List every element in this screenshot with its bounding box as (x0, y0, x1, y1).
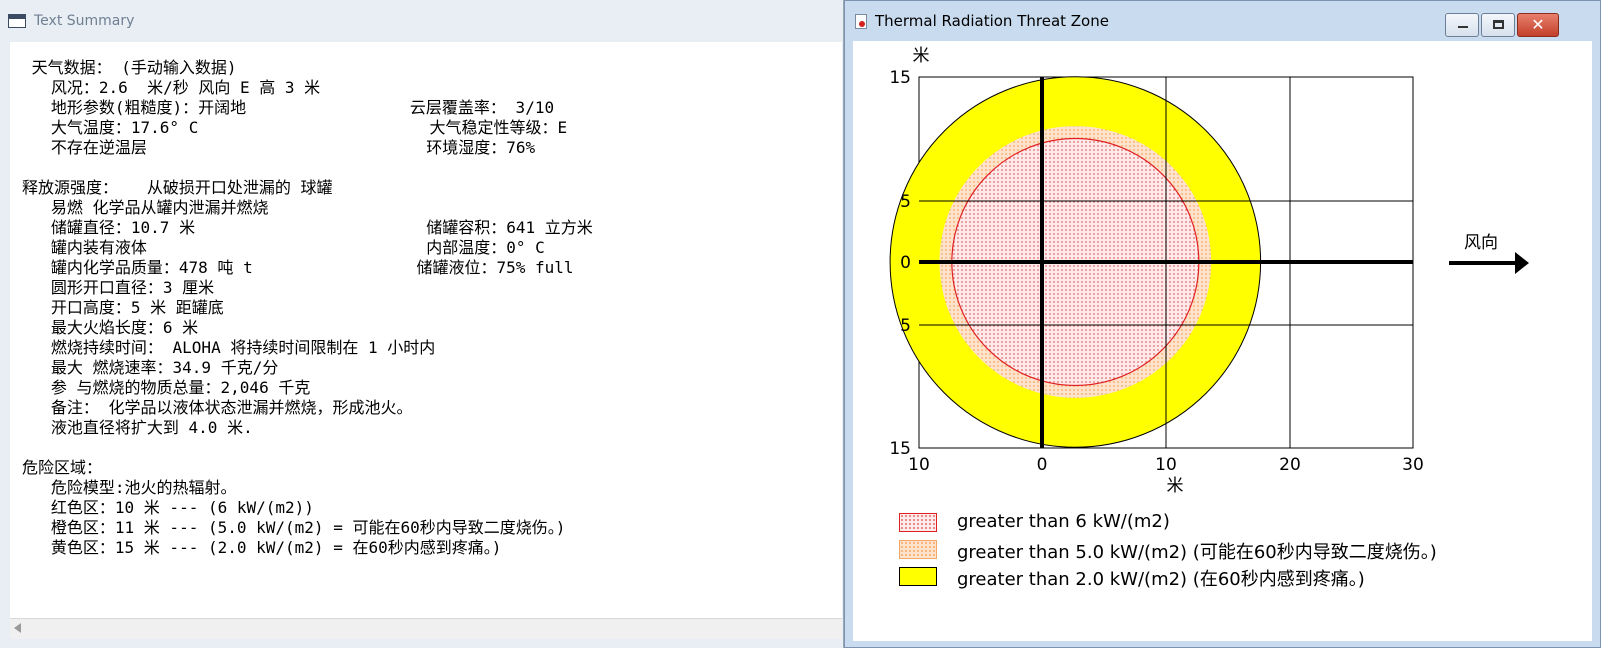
legend-swatch-yellow (899, 567, 937, 586)
y-tick-label: 5 (900, 192, 911, 212)
text-summary-titlebar[interactable]: Text Summary (0, 0, 843, 42)
x-tick-label: 30 (1402, 455, 1424, 475)
close-icon: ✕ (1531, 15, 1545, 34)
x-tick-label: 20 (1279, 455, 1301, 475)
y-tick-label: 15 (889, 68, 911, 88)
close-button[interactable]: ✕ (1517, 13, 1559, 37)
text-summary-window: Text Summary 天气数据： (手动输入数据) 风况：2.6 米/秒 风… (0, 0, 844, 648)
minimize-button[interactable] (1445, 13, 1479, 37)
x-tick-label: 10 (908, 455, 930, 475)
maximize-icon (1493, 20, 1504, 29)
legend-label: greater than 5.0 kW/(m2) (可能在60秒内导致二度烧伤。… (957, 542, 1437, 563)
legend-item: greater than 5.0 kW/(m2) (可能在60秒内导致二度烧伤。… (899, 537, 1579, 563)
y-tick-label: 0 (900, 253, 911, 273)
legend-item: greater than 6 kW/(m2) (899, 510, 1579, 532)
threat-zone-title: Thermal Radiation Threat Zone (875, 12, 1109, 30)
legend-item: greater than 2.0 kW/(m2) (在60秒内感到疼痛。) (899, 564, 1579, 590)
legend-swatch-orange (899, 540, 937, 559)
threat-zone-window: Thermal Radiation Threat Zone ✕ 15 5 0 5… (844, 0, 1601, 648)
x-tick-label: 10 (1155, 455, 1177, 475)
text-summary-title: Text Summary (34, 13, 135, 29)
legend-label: greater than 6 kW/(m2) (957, 511, 1170, 532)
summary-text: 天气数据： (手动输入数据) 风况：2.6 米/秒 风向 E 高 3 米 地形参… (22, 58, 593, 557)
legend-swatch-red (899, 513, 937, 532)
window-app-icon (8, 14, 26, 28)
wind-direction-label: 风向 (1464, 233, 1498, 253)
x-tick-label: 0 (1037, 455, 1048, 475)
maximize-button[interactable] (1481, 13, 1515, 37)
scroll-left-arrow-icon[interactable] (14, 623, 21, 633)
x-unit-label: 米 (1167, 476, 1184, 496)
horizontal-scrollbar[interactable] (10, 618, 842, 639)
y-unit-label: 米 (913, 46, 930, 66)
threat-zone-plot: 15 5 0 5 15 米 10 0 10 20 30 米 风向 greater… (853, 41, 1592, 641)
legend-label: greater than 2.0 kW/(m2) (在60秒内感到疼痛。) (957, 569, 1365, 590)
minimize-icon (1458, 26, 1468, 28)
y-tick-label: 5 (900, 316, 911, 336)
wind-arrow-icon (1449, 252, 1529, 274)
summary-text-area[interactable]: 天气数据： (手动输入数据) 风况：2.6 米/秒 风向 E 高 3 米 地形参… (10, 42, 842, 618)
threat-zone-app-icon (855, 13, 867, 29)
